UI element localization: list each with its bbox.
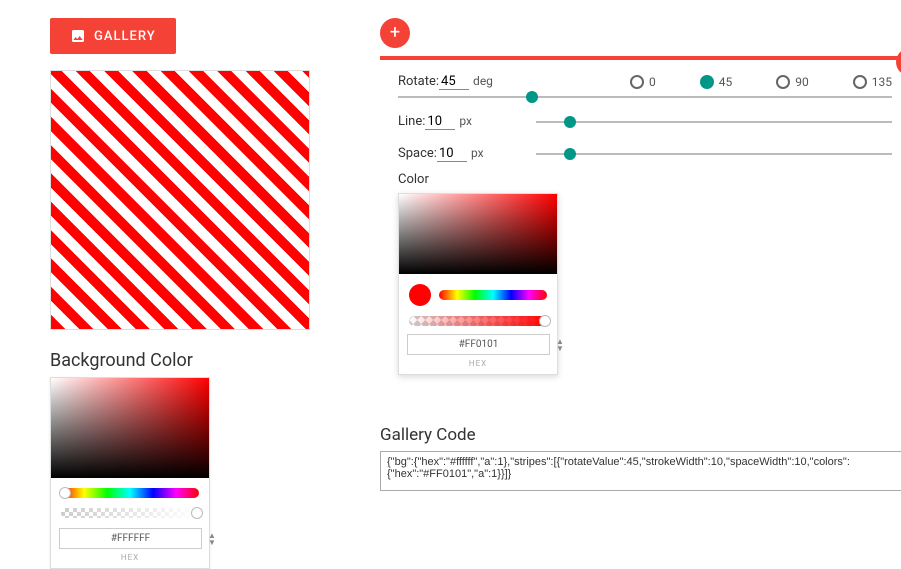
bg-alpha-slider[interactable] (61, 508, 199, 518)
line-input[interactable] (425, 114, 455, 130)
space-row: Space: px (398, 146, 892, 162)
close-panel-button[interactable] (896, 48, 901, 76)
stripe-saturation-area[interactable] (399, 194, 557, 274)
line-slider[interactable] (536, 121, 892, 123)
stripe-hex-input[interactable] (407, 334, 550, 355)
background-color-label: Background Color (50, 350, 310, 371)
bg-color-picker[interactable]: ▲▼ HEX (50, 377, 210, 569)
stripe-color-swatch (409, 284, 431, 306)
line-row: Line: px (398, 114, 892, 130)
gallery-code-label: Gallery Code (380, 425, 901, 445)
rotate-option-label: 45 (719, 75, 733, 89)
stripe-panel: Rotate: deg 0 45 90 135 Line: px Space: (380, 56, 901, 393)
gallery-button-label: GALLERY (94, 29, 156, 44)
radio-icon (853, 75, 867, 89)
line-label: Line: (398, 114, 425, 129)
radio-icon (776, 75, 790, 89)
bg-saturation-area[interactable] (51, 378, 209, 478)
line-unit: px (459, 114, 472, 128)
rotate-unit: deg (473, 74, 493, 88)
gallery-code-output[interactable] (380, 451, 901, 491)
gallery-button[interactable]: GALLERY (50, 18, 176, 54)
radio-icon (630, 75, 644, 89)
rotate-option-label: 90 (795, 75, 809, 89)
stripe-color-label: Color (398, 172, 892, 187)
radio-icon (700, 75, 714, 89)
rotate-option-45[interactable]: 45 (700, 75, 733, 89)
space-label: Space: (398, 146, 437, 161)
image-icon (70, 28, 86, 44)
stripe-format-stepper[interactable]: ▲▼ (556, 338, 564, 352)
bg-format-stepper[interactable]: ▲▼ (208, 532, 216, 546)
stripe-alpha-handle[interactable] (539, 315, 551, 327)
bg-hue-handle[interactable] (59, 487, 71, 499)
stripe-color-picker[interactable]: ▲▼ HEX (398, 193, 558, 375)
stripe-hue-slider[interactable] (439, 290, 547, 300)
add-stripe-button[interactable]: + (380, 18, 410, 48)
rotate-label: Rotate: (398, 74, 439, 89)
stripe-alpha-slider[interactable] (409, 316, 547, 326)
rotate-slider[interactable] (398, 96, 892, 98)
space-input[interactable] (437, 146, 467, 162)
rotate-option-0[interactable]: 0 (630, 75, 656, 89)
space-slider[interactable] (536, 153, 892, 155)
bg-hex-input[interactable] (59, 528, 202, 549)
rotate-input[interactable] (439, 74, 469, 90)
rotate-slider-handle[interactable] (526, 91, 538, 103)
rotate-option-label: 0 (649, 75, 656, 89)
space-unit: px (471, 146, 484, 160)
bg-hue-slider[interactable] (61, 488, 199, 498)
bg-hex-format-label: HEX (51, 553, 209, 568)
space-slider-handle[interactable] (564, 148, 576, 160)
line-slider-handle[interactable] (564, 116, 576, 128)
stripe-hex-format-label: HEX (399, 359, 557, 374)
bg-alpha-handle[interactable] (191, 507, 203, 519)
rotate-option-90[interactable]: 90 (776, 75, 809, 89)
rotate-row: Rotate: deg 0 45 90 135 (398, 74, 892, 90)
rotate-option-135[interactable]: 135 (853, 75, 892, 89)
rotate-option-label: 135 (872, 75, 892, 89)
stripe-preview (50, 70, 310, 330)
